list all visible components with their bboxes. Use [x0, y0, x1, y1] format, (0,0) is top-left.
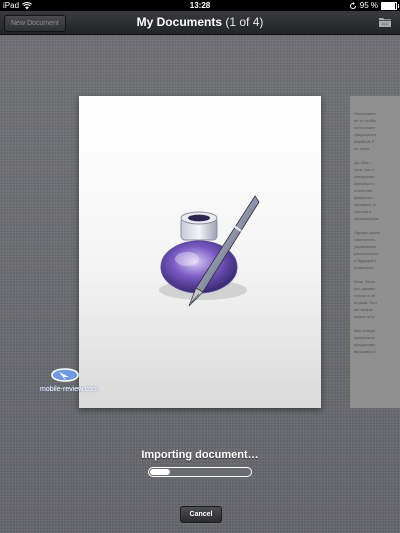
next-document-line: и будущей т: [354, 258, 377, 263]
next-document-line: практическ: [354, 335, 375, 340]
next-document-line: Итак, Steve: [354, 279, 376, 284]
clock: 13:28: [189, 1, 211, 10]
next-document-text: Пользовате не то чтобы пользовате традицион…: [350, 110, 400, 355]
watermark-logo-icon: [51, 368, 79, 382]
next-document-line: [350, 320, 400, 327]
next-document-line: хотя, это н: [354, 167, 374, 172]
next-document-line: [350, 222, 400, 229]
next-document-line: предоставл: [354, 342, 376, 347]
next-document-line: хороши и: [354, 209, 372, 214]
next-document-line: офисных к: [354, 181, 374, 186]
next-document-line: отечестве: [354, 188, 373, 193]
status-bar: iPad 13:28 95 %: [0, 0, 400, 11]
next-document-line: Пользовате: [354, 111, 376, 116]
folder-icon[interactable]: [378, 16, 392, 28]
battery-icon: [381, 2, 399, 10]
battery-percent: 95 %: [359, 1, 378, 10]
next-document-line: [350, 271, 400, 278]
cancel-button[interactable]: Cancel: [180, 506, 222, 523]
watermark: mobile-review.com: [40, 364, 100, 393]
next-document-preview[interactable]: Пользовате не то чтобы пользовате традицион…: [350, 96, 400, 408]
pages-app-icon: [159, 195, 260, 307]
next-document-line: человеко, в: [354, 202, 376, 207]
import-status-label: Importing document…: [141, 449, 259, 461]
watermark-text: mobile-review.com: [40, 386, 98, 393]
next-document-line: MacBook P: [354, 139, 375, 144]
next-document-line: версиями O: [354, 349, 377, 354]
next-document-line: Однако зачем: [354, 230, 380, 235]
next-document-line: замечатель: [354, 237, 376, 242]
next-document-line: факультет: [354, 195, 374, 200]
import-progress-fill: [150, 469, 171, 475]
next-document-line: не лезет.: [354, 146, 371, 151]
title-text: My Documents: [136, 15, 222, 29]
import-progress-bar: [148, 467, 252, 477]
orientation-lock-icon: [349, 1, 356, 9]
battery-fill: [382, 3, 396, 9]
next-document-line: управления: [354, 244, 376, 249]
current-document-preview[interactable]: [79, 96, 321, 408]
next-document-line: не то чтобы: [354, 118, 376, 123]
next-document-line: играми. Пол: [354, 300, 377, 305]
next-document-line: не начале: [354, 307, 373, 312]
next-document-line: перерабатыв: [354, 216, 379, 221]
document-count: (1 of 4): [225, 15, 264, 29]
next-document-line: традиционн: [354, 132, 377, 137]
next-document-line: Mac конкре: [354, 328, 376, 333]
navigation-bar: New Document My Documents (1 of 4): [0, 11, 400, 35]
next-document-line: [350, 152, 400, 159]
next-document-line: может не р: [354, 314, 375, 319]
next-document-line: пользовате: [354, 125, 375, 130]
next-document-line: Да, Mac –: [354, 160, 373, 165]
next-document-line: гениальни: [354, 265, 374, 270]
next-document-line: только в об: [354, 293, 376, 298]
next-document-line: рассыпаться: [354, 251, 378, 256]
page-title: My Documents (1 of 4): [0, 11, 400, 34]
next-document-line: мы, каковы: [354, 286, 375, 291]
next-document-line: консультан: [354, 174, 375, 179]
